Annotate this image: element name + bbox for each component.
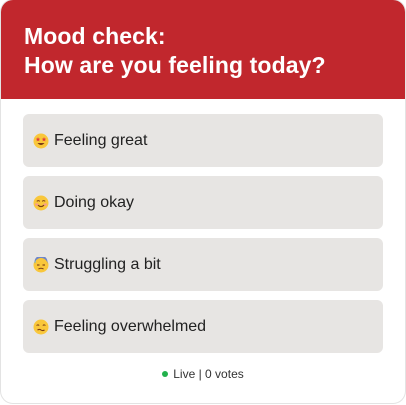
option-label: Struggling a bit <box>54 255 161 273</box>
star-struck-emoji-icon <box>33 133 49 148</box>
option-label: Feeling great <box>54 131 148 149</box>
downcast-sweat-face-emoji-icon <box>33 256 49 272</box>
option-feeling-great[interactable]: Feeling great <box>23 114 383 167</box>
option-label: Feeling overwhelmed <box>54 317 207 335</box>
smiling-face-emoji-icon <box>33 195 49 210</box>
live-indicator-icon <box>162 371 169 377</box>
dizzy-face-emoji-icon <box>33 319 49 334</box>
option-struggling-a-bit[interactable]: Struggling a bit <box>23 238 383 291</box>
poll-status-text: Live | 0 votes <box>173 367 244 381</box>
option-label: Doing okay <box>54 193 135 211</box>
poll-title: Mood check: How are you feeling today? <box>24 22 394 80</box>
poll-title-line-2: How are you feeling today? <box>24 52 326 78</box>
poll-title-line-1: Mood check: <box>24 23 166 49</box>
poll-card: Mood check: How are you feeling today? F… <box>1 0 405 403</box>
option-doing-okay[interactable]: Doing okay <box>23 176 383 229</box>
poll-options: Feeling great Doing okay Struggling a bi… <box>23 114 383 362</box>
poll-header: Mood check: How are you feeling today? <box>1 0 405 99</box>
option-feeling-overwhelmed[interactable]: Feeling overwhelmed <box>23 300 383 353</box>
poll-status: Live | 0 votes <box>1 367 405 381</box>
